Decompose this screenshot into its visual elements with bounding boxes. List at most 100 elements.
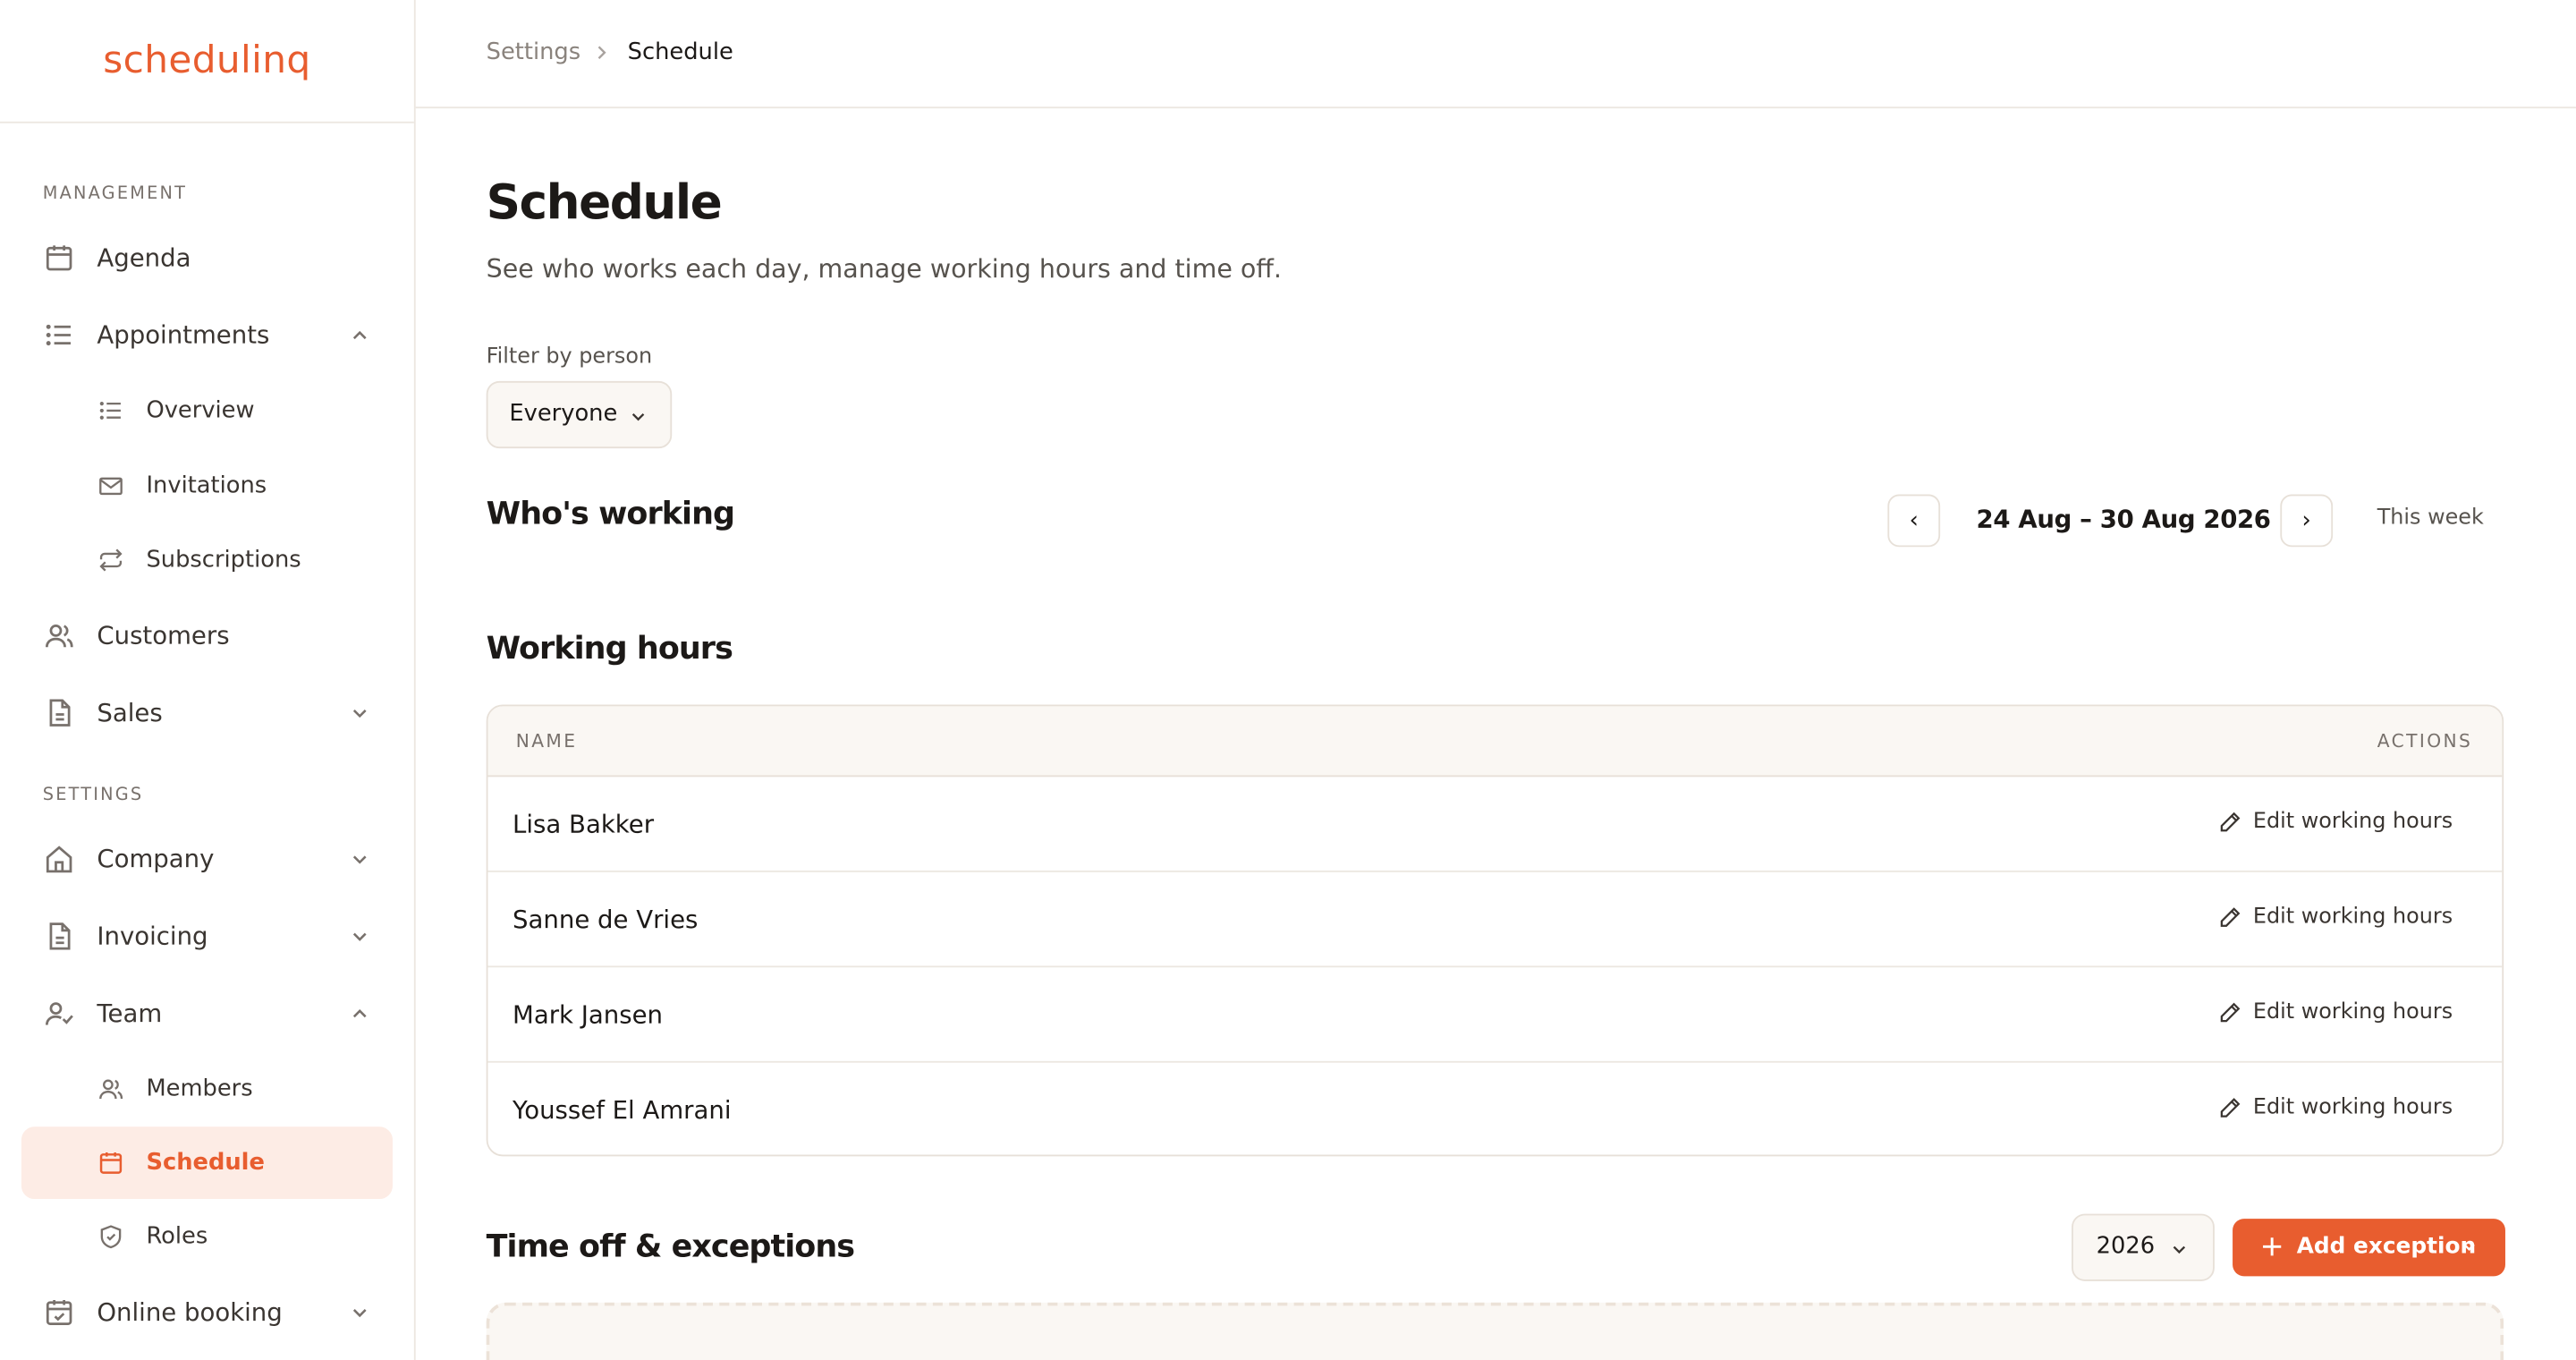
pencil-icon bbox=[2218, 1000, 2243, 1025]
edit-working-hours-label: Edit working hours bbox=[2252, 999, 2453, 1025]
table-header: NAME ACTIONS bbox=[487, 706, 2503, 778]
person-filter-value: Everyone bbox=[509, 400, 618, 428]
sidebar-item-label: Company bbox=[97, 844, 215, 874]
sidebar-item-customers[interactable]: Customers bbox=[21, 601, 393, 670]
sidebar-item-label: Team bbox=[97, 999, 163, 1029]
calendar-icon bbox=[43, 242, 76, 275]
pencil-icon bbox=[2218, 1095, 2243, 1120]
sidebar-item-agenda[interactable]: Agenda bbox=[21, 224, 393, 293]
document-icon bbox=[43, 696, 76, 729]
sidebar-item-label: Agenda bbox=[97, 242, 191, 273]
table-row: Youssef El Amrani Edit working hours bbox=[487, 1063, 2502, 1155]
edit-working-hours-label: Edit working hours bbox=[2252, 810, 2453, 835]
chevron-right-icon bbox=[593, 45, 609, 61]
chevron-down-icon bbox=[350, 703, 369, 723]
main-content: Settings Schedule Schedule See who works… bbox=[415, 0, 2576, 1360]
chevron-down-icon bbox=[350, 1303, 369, 1322]
breadcrumb-settings[interactable]: Settings bbox=[487, 39, 580, 65]
exceptions-empty-area bbox=[486, 1302, 2504, 1360]
pencil-icon bbox=[2218, 905, 2243, 930]
sidebar-item-label: Members bbox=[146, 1075, 253, 1102]
member-name: Lisa Bakker bbox=[513, 810, 655, 840]
chevron-down-icon bbox=[629, 407, 647, 425]
page-title: Schedule bbox=[486, 174, 723, 230]
table-row: Sanne de Vries Edit working hours bbox=[487, 872, 2503, 968]
logo[interactable]: schedulinq bbox=[0, 0, 414, 123]
member-name: Youssef El Amrani bbox=[513, 1095, 732, 1126]
column-header-actions: ACTIONS bbox=[2377, 730, 2473, 752]
sidebar-item-label: Schedule bbox=[146, 1149, 265, 1177]
pencil-icon bbox=[2218, 810, 2243, 835]
add-exception-button[interactable]: Add exception bbox=[2233, 1219, 2505, 1277]
column-header-name: NAME bbox=[515, 730, 578, 752]
users-icon bbox=[43, 619, 76, 652]
users-icon bbox=[97, 1075, 124, 1102]
sidebar-item-label: Online booking bbox=[97, 1297, 283, 1328]
member-name: Mark Jansen bbox=[513, 999, 663, 1030]
next-week-button[interactable]: › bbox=[2280, 494, 2334, 548]
topbar: Settings Schedule bbox=[415, 0, 2576, 109]
chevron-down-icon bbox=[2170, 1240, 2188, 1258]
edit-working-hours-label: Edit working hours bbox=[2252, 905, 2453, 931]
sidebar-item-label: Invoicing bbox=[97, 921, 208, 951]
shield-icon bbox=[97, 1223, 124, 1251]
year-select-value: 2026 bbox=[2096, 1233, 2156, 1260]
list-icon bbox=[97, 396, 124, 424]
sidebar-item-appointments[interactable]: Appointments bbox=[21, 301, 393, 370]
sidebar-item-label: Invitations bbox=[146, 472, 267, 500]
user-check-icon bbox=[43, 997, 76, 1030]
edit-working-hours-button[interactable]: Edit working hours bbox=[2218, 999, 2453, 1025]
page-subtitle: See who works each day, manage working h… bbox=[486, 254, 1282, 285]
working-hours-table: NAME ACTIONS Lisa Bakker Edit working ho… bbox=[486, 704, 2504, 1157]
calendar-check-icon bbox=[43, 1296, 76, 1329]
sidebar-item-company[interactable]: Company bbox=[21, 825, 393, 894]
prev-week-button[interactable]: ‹ bbox=[1887, 494, 1941, 548]
sidebar-item-invitations[interactable]: Invitations bbox=[21, 452, 393, 521]
chevron-up-icon bbox=[350, 1004, 369, 1024]
logo-text: schedulinq bbox=[103, 39, 311, 82]
person-filter-select[interactable]: Everyone bbox=[486, 380, 673, 449]
document-icon bbox=[43, 920, 76, 953]
chevron-down-icon bbox=[350, 926, 369, 946]
sidebar-item-team[interactable]: Team bbox=[21, 979, 393, 1048]
sidebar-item-members[interactable]: Members bbox=[21, 1055, 393, 1124]
working-hours-title: Working hours bbox=[486, 630, 733, 667]
chevron-down-icon bbox=[350, 849, 369, 869]
whos-working-title: Who's working bbox=[486, 496, 735, 532]
section-label-settings: SETTINGS bbox=[42, 785, 144, 805]
edit-working-hours-label: Edit working hours bbox=[2252, 1095, 2453, 1120]
time-off-title: Time off & exceptions bbox=[486, 1228, 855, 1265]
mail-icon bbox=[97, 472, 124, 500]
filter-label: Filter by person bbox=[486, 344, 653, 370]
sidebar-item-sales[interactable]: Sales bbox=[21, 678, 393, 747]
sidebar-item-invoicing[interactable]: Invoicing bbox=[21, 902, 393, 971]
sidebar-item-label: Roles bbox=[146, 1223, 208, 1250]
sidebar-item-label: Sales bbox=[97, 698, 163, 728]
sidebar-item-roles[interactable]: Roles bbox=[21, 1203, 393, 1271]
week-range: 24 Aug – 30 Aug 2026 bbox=[1976, 504, 2271, 534]
table-row: Lisa Bakker Edit working hours bbox=[487, 777, 2503, 872]
edit-working-hours-button[interactable]: Edit working hours bbox=[2218, 1095, 2453, 1120]
breadcrumb-current: Schedule bbox=[627, 39, 733, 66]
sidebar-item-label: Appointments bbox=[97, 319, 270, 351]
edit-working-hours-button[interactable]: Edit working hours bbox=[2218, 810, 2453, 835]
sidebar-item-label: Customers bbox=[97, 620, 230, 650]
sidebar-item-schedule[interactable]: Schedule bbox=[21, 1126, 393, 1200]
home-icon bbox=[43, 843, 76, 876]
sidebar-item-label: Subscriptions bbox=[146, 547, 301, 574]
repeat-icon bbox=[97, 546, 124, 574]
plus-icon bbox=[2260, 1235, 2284, 1258]
calendar-icon bbox=[97, 1149, 124, 1177]
sidebar-item-online-booking[interactable]: Online booking bbox=[21, 1278, 393, 1347]
sidebar: schedulinq MANAGEMENT Agenda Appointment… bbox=[0, 0, 416, 1360]
section-label-management: MANAGEMENT bbox=[42, 183, 188, 204]
edit-working-hours-button[interactable]: Edit working hours bbox=[2218, 905, 2453, 930]
year-select[interactable]: 2026 bbox=[2072, 1213, 2215, 1281]
table-row: Mark Jansen Edit working hours bbox=[487, 967, 2503, 1063]
member-name: Sanne de Vries bbox=[513, 905, 699, 935]
chevron-up-icon bbox=[350, 325, 369, 344]
add-exception-label: Add exception bbox=[2296, 1233, 2477, 1260]
sidebar-item-overview[interactable]: Overview bbox=[21, 376, 393, 445]
sidebar-item-subscriptions[interactable]: Subscriptions bbox=[21, 525, 393, 594]
this-week-button[interactable]: This week bbox=[2377, 506, 2484, 531]
